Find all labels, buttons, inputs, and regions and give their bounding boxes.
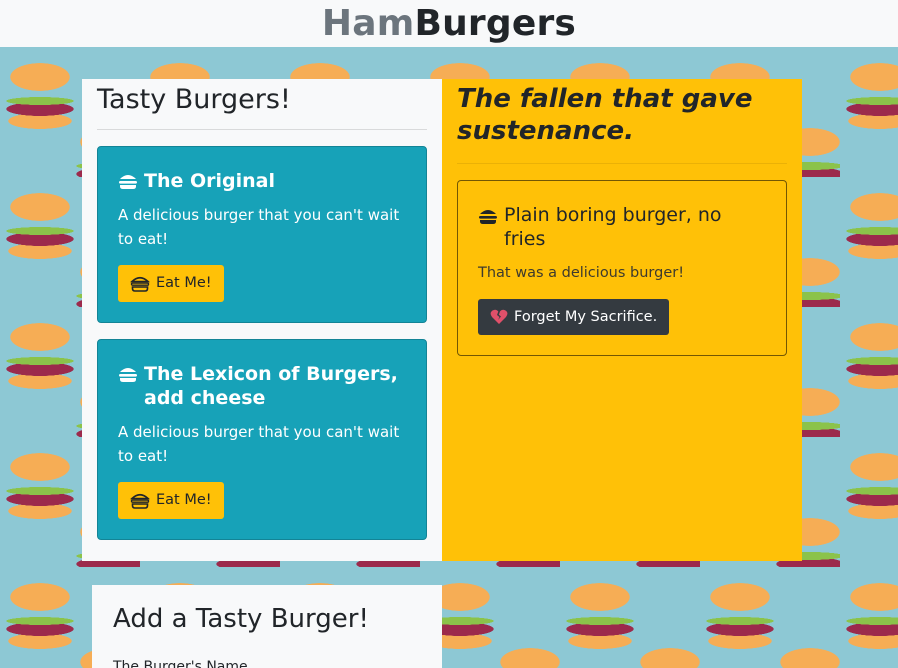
divider — [97, 128, 427, 130]
eat-me-button[interactable]: Eat Me! — [118, 481, 224, 519]
tasty-burgers-column: Tasty Burgers! The Original A delicious … — [82, 79, 442, 561]
burger-icon — [130, 275, 150, 292]
navbar: HamBurgers — [0, 0, 898, 47]
burger-card-title: The Lexicon of Burgers, add cheese — [118, 362, 406, 410]
burger-description: A delicious burger that you can't wait t… — [118, 205, 400, 248]
add-burger-form: Add a Tasty Burger! The Burger's Name — [92, 585, 442, 668]
eaten-burger-name: Plain boring burger, no fries — [504, 204, 722, 250]
burger-icon — [130, 492, 150, 509]
eat-me-label: Eat Me! — [156, 492, 212, 508]
add-burger-heading: Add a Tasty Burger! — [113, 604, 369, 634]
burger-name-label: The Burger's Name — [113, 659, 248, 668]
eaten-burgers-column: The fallen that gave sustenance. Plain b… — [442, 79, 802, 561]
brand-ham: Ham — [321, 2, 415, 44]
eaten-burger-title: Plain boring burger, no fries — [478, 203, 766, 251]
burger-name: The Lexicon of Burgers, add cheese — [144, 362, 398, 409]
forget-sacrifice-button[interactable]: Forget My Sacrifice. — [478, 299, 670, 335]
eaten-burgers-heading: The fallen that gave sustenance. — [457, 84, 753, 146]
brand-logo[interactable]: HamBurgers — [321, 2, 577, 44]
burger-name: The Original — [144, 169, 275, 192]
eaten-burger-description: That was a delicious burger! — [478, 265, 685, 281]
eat-me-label: Eat Me! — [156, 275, 212, 291]
burger-icon — [118, 362, 138, 386]
forget-sacrifice-label: Forget My Sacrifice. — [514, 308, 658, 325]
burger-card: The Original A delicious burger that you… — [97, 145, 427, 323]
burger-description: A delicious burger that you can't wait t… — [118, 422, 400, 465]
heart-broken-icon — [490, 309, 508, 325]
brand-burgers: Burgers — [414, 2, 577, 44]
tasty-burgers-heading: Tasty Burgers! — [97, 84, 291, 115]
eat-me-button[interactable]: Eat Me! — [118, 264, 224, 302]
burger-card: The Lexicon of Burgers, add cheese A del… — [97, 338, 427, 540]
eaten-burger-card: Plain boring burger, no fries That was a… — [457, 180, 787, 356]
burger-icon — [118, 169, 138, 193]
burger-card-title: The Original — [118, 169, 406, 193]
hamburger-icon — [478, 203, 498, 227]
divider — [457, 163, 787, 164]
